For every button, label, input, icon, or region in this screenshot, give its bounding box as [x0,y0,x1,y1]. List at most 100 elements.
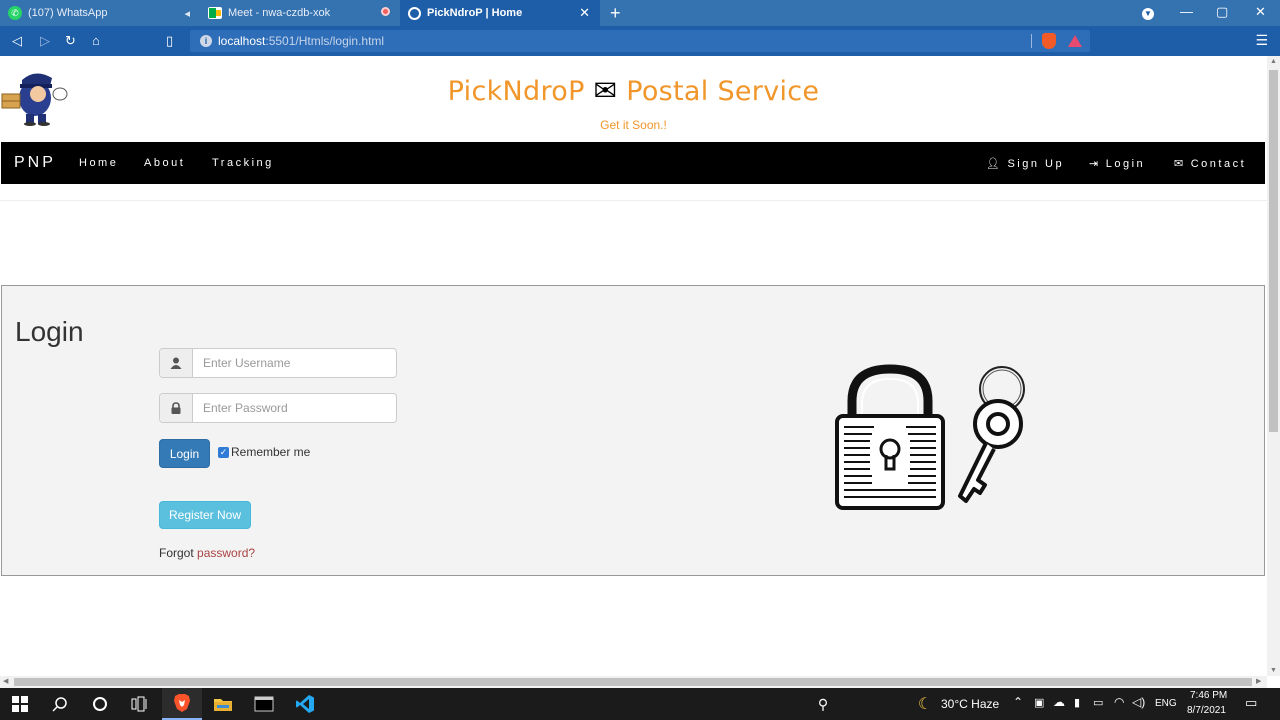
site-title: PickNdroP ✉ Postal Service [0,74,1267,107]
nav-contact-label: Contact [1190,158,1247,170]
search-icon[interactable] [40,688,80,720]
scroll-right-icon[interactable]: ▶ [1256,677,1261,685]
register-button[interactable]: Register Now [159,501,251,529]
speaker-icon[interactable]: ◂ [184,7,190,20]
clock-date[interactable]: 8/7/2021 [1187,705,1226,716]
tagline: Get it Soon.! [600,118,667,132]
url-path: :5501/Htmls/login.html [265,34,385,48]
nav-about[interactable]: About [144,157,185,169]
page-viewport: PickNdroP ✉ Postal Service Get it Soon.!… [0,56,1267,676]
scroll-down-icon[interactable]: ▼ [1270,667,1277,674]
globe-icon [408,6,421,20]
nav-tracking[interactable]: Tracking [212,157,274,169]
horizontal-scrollbar[interactable]: ◀ ▶ [0,676,1267,688]
brave-rewards-icon[interactable] [1068,35,1082,47]
site-navbar: PNP Home About Tracking 👤︎ Sign Up ⇥ Login… [1,142,1265,184]
nav-home[interactable]: Home [79,157,118,169]
forgot-password: Forgot password? [159,546,255,560]
login-icon: ⇥ [1089,158,1101,170]
microphone-icon[interactable]: ▮ [1074,696,1080,709]
user-icon: 👤︎ [986,158,1003,170]
lock-and-key-icon [835,364,1025,510]
nav-sign-up-label: Sign Up [1007,158,1065,170]
vertical-scroll-thumb[interactable] [1269,70,1278,432]
home-icon[interactable]: ⌂ [92,33,100,48]
reload-icon[interactable]: ↻ [65,33,76,49]
username-input[interactable] [193,349,396,377]
weather-icon[interactable]: ☾ [912,688,938,720]
brave-shield-icon[interactable] [1042,33,1056,49]
tab-pickndrop[interactable]: PickNdroP | Home ✕ [400,0,600,26]
new-tab-icon[interactable]: + [610,3,621,24]
tab-title: Meet - nwa-czdb-xok [228,7,331,19]
remember-checkbox[interactable]: ✓ [218,446,229,458]
meet-icon [208,7,222,19]
forward-icon[interactable]: ▷ [40,33,50,49]
notification-icon[interactable]: ▭ [1245,695,1257,711]
scroll-left-icon[interactable]: ◀ [3,677,8,685]
url-text: localhost:5501/Htmls/login.html [218,34,384,48]
site-title-left: PickNdroP [447,76,585,107]
onedrive-icon[interactable]: ☁ [1053,695,1065,709]
task-view-icon[interactable] [120,688,160,720]
nav-login-label: Login [1105,158,1146,170]
file-explorer-icon[interactable] [203,688,243,720]
info-icon[interactable]: i [200,35,212,47]
envelope-icon: ✉ [593,74,618,107]
scroll-up-icon[interactable]: ▲ [1270,58,1277,65]
brave-browser-icon[interactable] [162,688,202,720]
envelope-icon: ✉ [1174,158,1186,170]
windows-taskbar: ⚲ ☾ 30°C Haze ⌃ ▣ ☁ ▮ ▭ ◠ ◁) ENG 7:46 PM… [0,688,1280,720]
password-group [159,393,397,423]
meet-tray-icon[interactable]: ▣ [1034,696,1044,709]
close-window-icon[interactable]: ✕ [1255,4,1266,20]
address-bar[interactable]: i localhost:5501/Htmls/login.html [190,30,1090,52]
maximize-icon[interactable]: ▢ [1216,4,1228,20]
remember-me[interactable]: ✓ Remember me [218,445,310,459]
language-indicator[interactable]: ENG [1155,698,1177,709]
login-heading: Login [15,316,84,347]
forgot-password-link[interactable]: password? [197,546,255,560]
start-icon[interactable] [0,688,40,720]
minimize-icon[interactable]: — [1180,4,1193,19]
weather-text[interactable]: 30°C Haze [941,697,999,711]
login-button[interactable]: Login [159,439,210,468]
login-panel: Login Login ✓ Remember me Register Now F… [1,285,1265,576]
vertical-scrollbar[interactable]: ▲ ▼ [1267,56,1280,676]
nav-sign-up[interactable]: 👤︎ Sign Up [986,157,1064,170]
brand-link[interactable]: PNP [14,154,56,172]
profile-dropdown-icon[interactable]: ▼ [1142,4,1154,20]
forgot-prefix: Forgot [159,546,198,560]
people-icon[interactable]: ⚲ [810,688,836,720]
tab-title: PickNdroP | Home [427,7,523,19]
browser-toolbar: ◁ ▷ ↻ ⌂ ▯ i localhost:5501/Htmls/login.h… [0,26,1280,56]
site-title-right: Postal Service [626,76,820,107]
tab-whatsapp[interactable]: ✆ (107) WhatsApp ◂ [0,0,200,26]
hamburger-menu-icon[interactable]: ☰ [1255,32,1268,49]
divider [0,200,1267,201]
remember-label: Remember me [231,445,311,459]
browser-tab-bar: ✆ (107) WhatsApp ◂ Meet - nwa-czdb-xok P… [0,0,1280,26]
bookmark-icon[interactable]: ▯ [166,33,173,49]
close-tab-icon[interactable]: ✕ [579,5,590,21]
tab-title: (107) WhatsApp [28,7,108,19]
clock-time[interactable]: 7:46 PM [1190,690,1227,701]
password-input[interactable] [193,394,396,422]
lock-icon [160,394,193,422]
username-group [159,348,397,378]
wifi-icon[interactable]: ◠ [1114,695,1124,709]
horizontal-scroll-thumb[interactable] [14,678,1252,686]
cortana-icon[interactable] [80,688,120,720]
back-icon[interactable]: ◁ [12,33,22,49]
user-icon [160,349,193,377]
tab-meet[interactable]: Meet - nwa-czdb-xok [200,0,400,26]
vscode-icon[interactable] [285,688,325,720]
nav-login[interactable]: ⇥ Login [1089,157,1145,170]
nav-contact[interactable]: ✉ Contact [1174,157,1246,170]
battery-icon[interactable]: ▭ [1093,696,1103,709]
terminal-icon[interactable] [244,688,284,720]
recording-icon [381,7,390,19]
whatsapp-icon: ✆ [8,6,22,20]
volume-icon[interactable]: ◁) [1132,695,1145,709]
tray-expand-icon[interactable]: ⌃ [1013,695,1023,709]
